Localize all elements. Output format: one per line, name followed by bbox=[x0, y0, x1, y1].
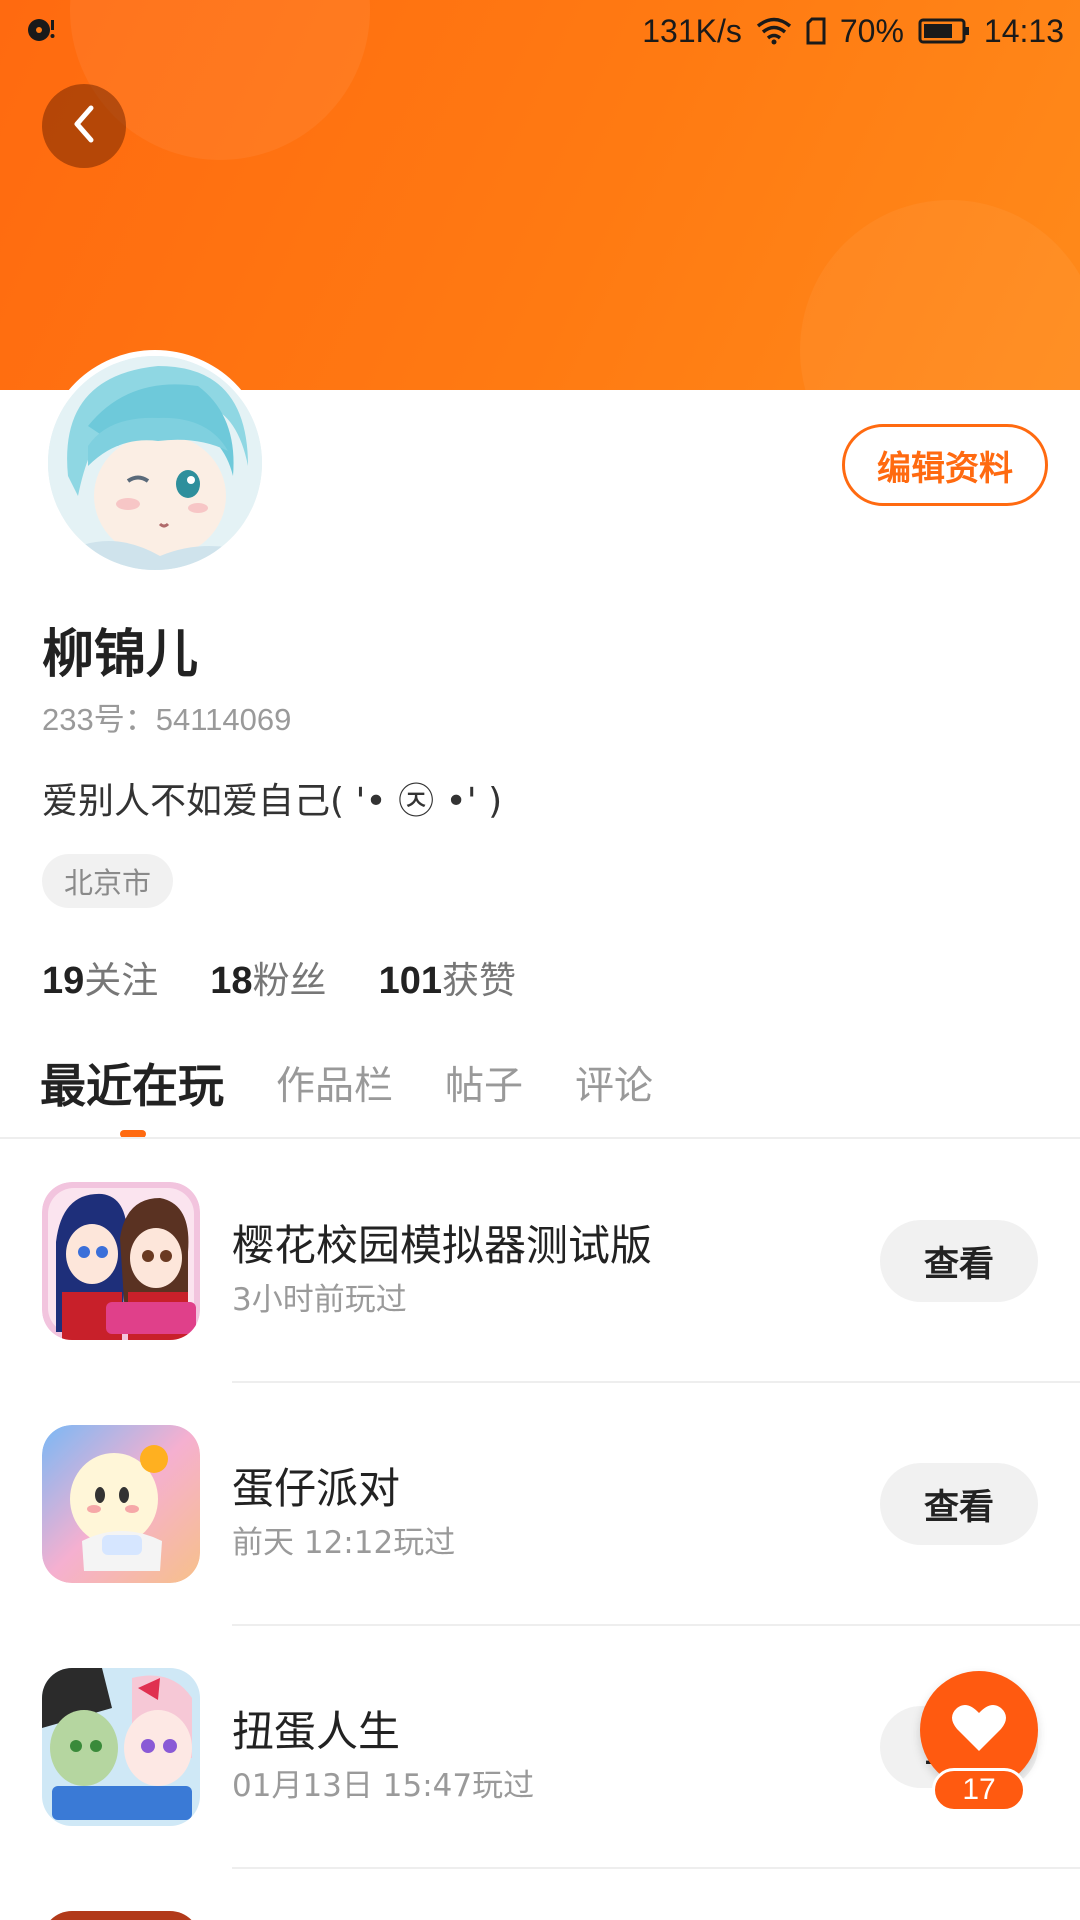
list-item[interactable] bbox=[0, 1869, 1080, 1920]
game-title: 樱花校园模拟器测试版 bbox=[232, 1221, 653, 1270]
network-speed: 131K/s bbox=[642, 12, 742, 49]
game-icon-sakura-school bbox=[42, 1182, 200, 1340]
edit-profile-button[interactable]: 编辑资料 bbox=[842, 424, 1048, 506]
stat-number: 19 bbox=[42, 960, 85, 1002]
tab-recently-played[interactable]: 最近在玩 bbox=[40, 1050, 224, 1116]
game-title: 扭蛋人生 bbox=[232, 1707, 401, 1756]
tab-works[interactable]: 作品栏 bbox=[276, 1055, 393, 1111]
profile-tabs: 最近在玩 作品栏 帖子 评论 bbox=[40, 1050, 653, 1116]
game-icon-eggy-party bbox=[42, 1425, 200, 1583]
stat-label: 粉丝 bbox=[252, 959, 327, 1002]
profile-bio: 爱别人不如爱自己( '• ㉨ •' ) bbox=[42, 781, 503, 822]
stat-number: 18 bbox=[210, 960, 253, 1002]
likes-stat[interactable]: 101 获赞 bbox=[379, 950, 516, 1004]
stat-label: 关注 bbox=[84, 959, 159, 1002]
recent-games-list: 樱花校园模拟器测试版 3小时前玩过 查看 蛋仔派对 前天 12:12玩过 查看 … bbox=[0, 1140, 1080, 1920]
wifi-icon bbox=[756, 17, 792, 45]
clock: 14:13 bbox=[983, 12, 1064, 49]
back-button[interactable] bbox=[42, 84, 126, 168]
list-item[interactable]: 樱花校园模拟器测试版 3小时前玩过 查看 bbox=[0, 1140, 1080, 1383]
last-played-time: 前天 12:12玩过 bbox=[232, 1525, 456, 1561]
battery-icon bbox=[918, 17, 970, 45]
followers-stat[interactable]: 18 粉丝 bbox=[210, 950, 326, 1004]
tab-posts[interactable]: 帖子 bbox=[445, 1055, 523, 1111]
chevron-left-icon bbox=[69, 104, 99, 148]
music-note-icon bbox=[26, 16, 56, 44]
view-button[interactable]: 查看 bbox=[880, 1220, 1038, 1302]
status-bar: 131K/s 70% 14:13 bbox=[0, 0, 1080, 62]
profile-stats: 19 关注 18 粉丝 101 获赞 bbox=[42, 950, 516, 1004]
profile-uid: 233号：54114069 bbox=[42, 702, 292, 737]
banner-decoration bbox=[800, 200, 1080, 390]
heart-icon bbox=[951, 1703, 1007, 1757]
stat-label: 获赞 bbox=[441, 959, 516, 1002]
avatar[interactable] bbox=[42, 350, 268, 576]
tab-comments[interactable]: 评论 bbox=[575, 1055, 653, 1111]
list-item[interactable]: 扭蛋人生 01月13日 15:47玩过 查看 bbox=[0, 1626, 1080, 1869]
last-played-time: 01月13日 15:47玩过 bbox=[232, 1768, 535, 1804]
game-icon-gacha-life bbox=[42, 1668, 200, 1826]
following-stat[interactable]: 19 关注 bbox=[42, 950, 158, 1004]
stat-number: 101 bbox=[378, 960, 442, 1002]
game-icon-partial bbox=[42, 1911, 200, 1920]
avatar-image bbox=[48, 356, 262, 570]
last-played-time: 3小时前玩过 bbox=[232, 1282, 407, 1318]
location-tag: 北京市 bbox=[42, 854, 174, 908]
sim-card-icon bbox=[806, 17, 826, 45]
view-button[interactable]: 查看 bbox=[880, 1463, 1038, 1545]
list-item[interactable]: 蛋仔派对 前天 12:12玩过 查看 bbox=[0, 1383, 1080, 1626]
game-title: 蛋仔派对 bbox=[232, 1464, 401, 1513]
profile-name: 柳锦儿 bbox=[42, 625, 199, 685]
battery-percent: 70% bbox=[839, 12, 904, 49]
divider bbox=[0, 1137, 1080, 1139]
like-count-badge: 17 bbox=[932, 1768, 1026, 1812]
